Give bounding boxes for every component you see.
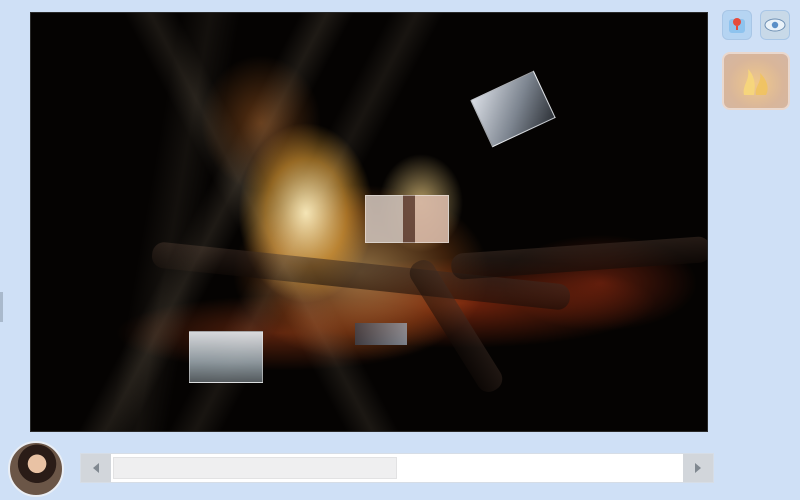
main-canvas[interactable] [30, 12, 708, 432]
eye-button[interactable] [760, 10, 790, 40]
chevron-right-icon [695, 463, 701, 473]
scroll-left-button[interactable] [81, 454, 111, 482]
portrait-photo[interactable] [365, 195, 449, 243]
left-edge-handle[interactable] [0, 292, 3, 322]
flame-thumbnail-icon [743, 69, 768, 95]
scroll-right-button[interactable] [683, 454, 713, 482]
scrollbar-thumb[interactable] [113, 457, 397, 479]
flame-thumbnail-button[interactable] [722, 52, 790, 110]
map-pin-icon [729, 18, 745, 33]
map-pin-button[interactable] [722, 10, 752, 40]
small-photo[interactable] [355, 323, 407, 345]
eye-icon [764, 18, 786, 32]
chevron-left-icon [93, 463, 99, 473]
horizontal-scrollbar[interactable] [80, 453, 714, 483]
user-avatar[interactable] [8, 441, 64, 497]
group-photo[interactable] [189, 331, 263, 383]
